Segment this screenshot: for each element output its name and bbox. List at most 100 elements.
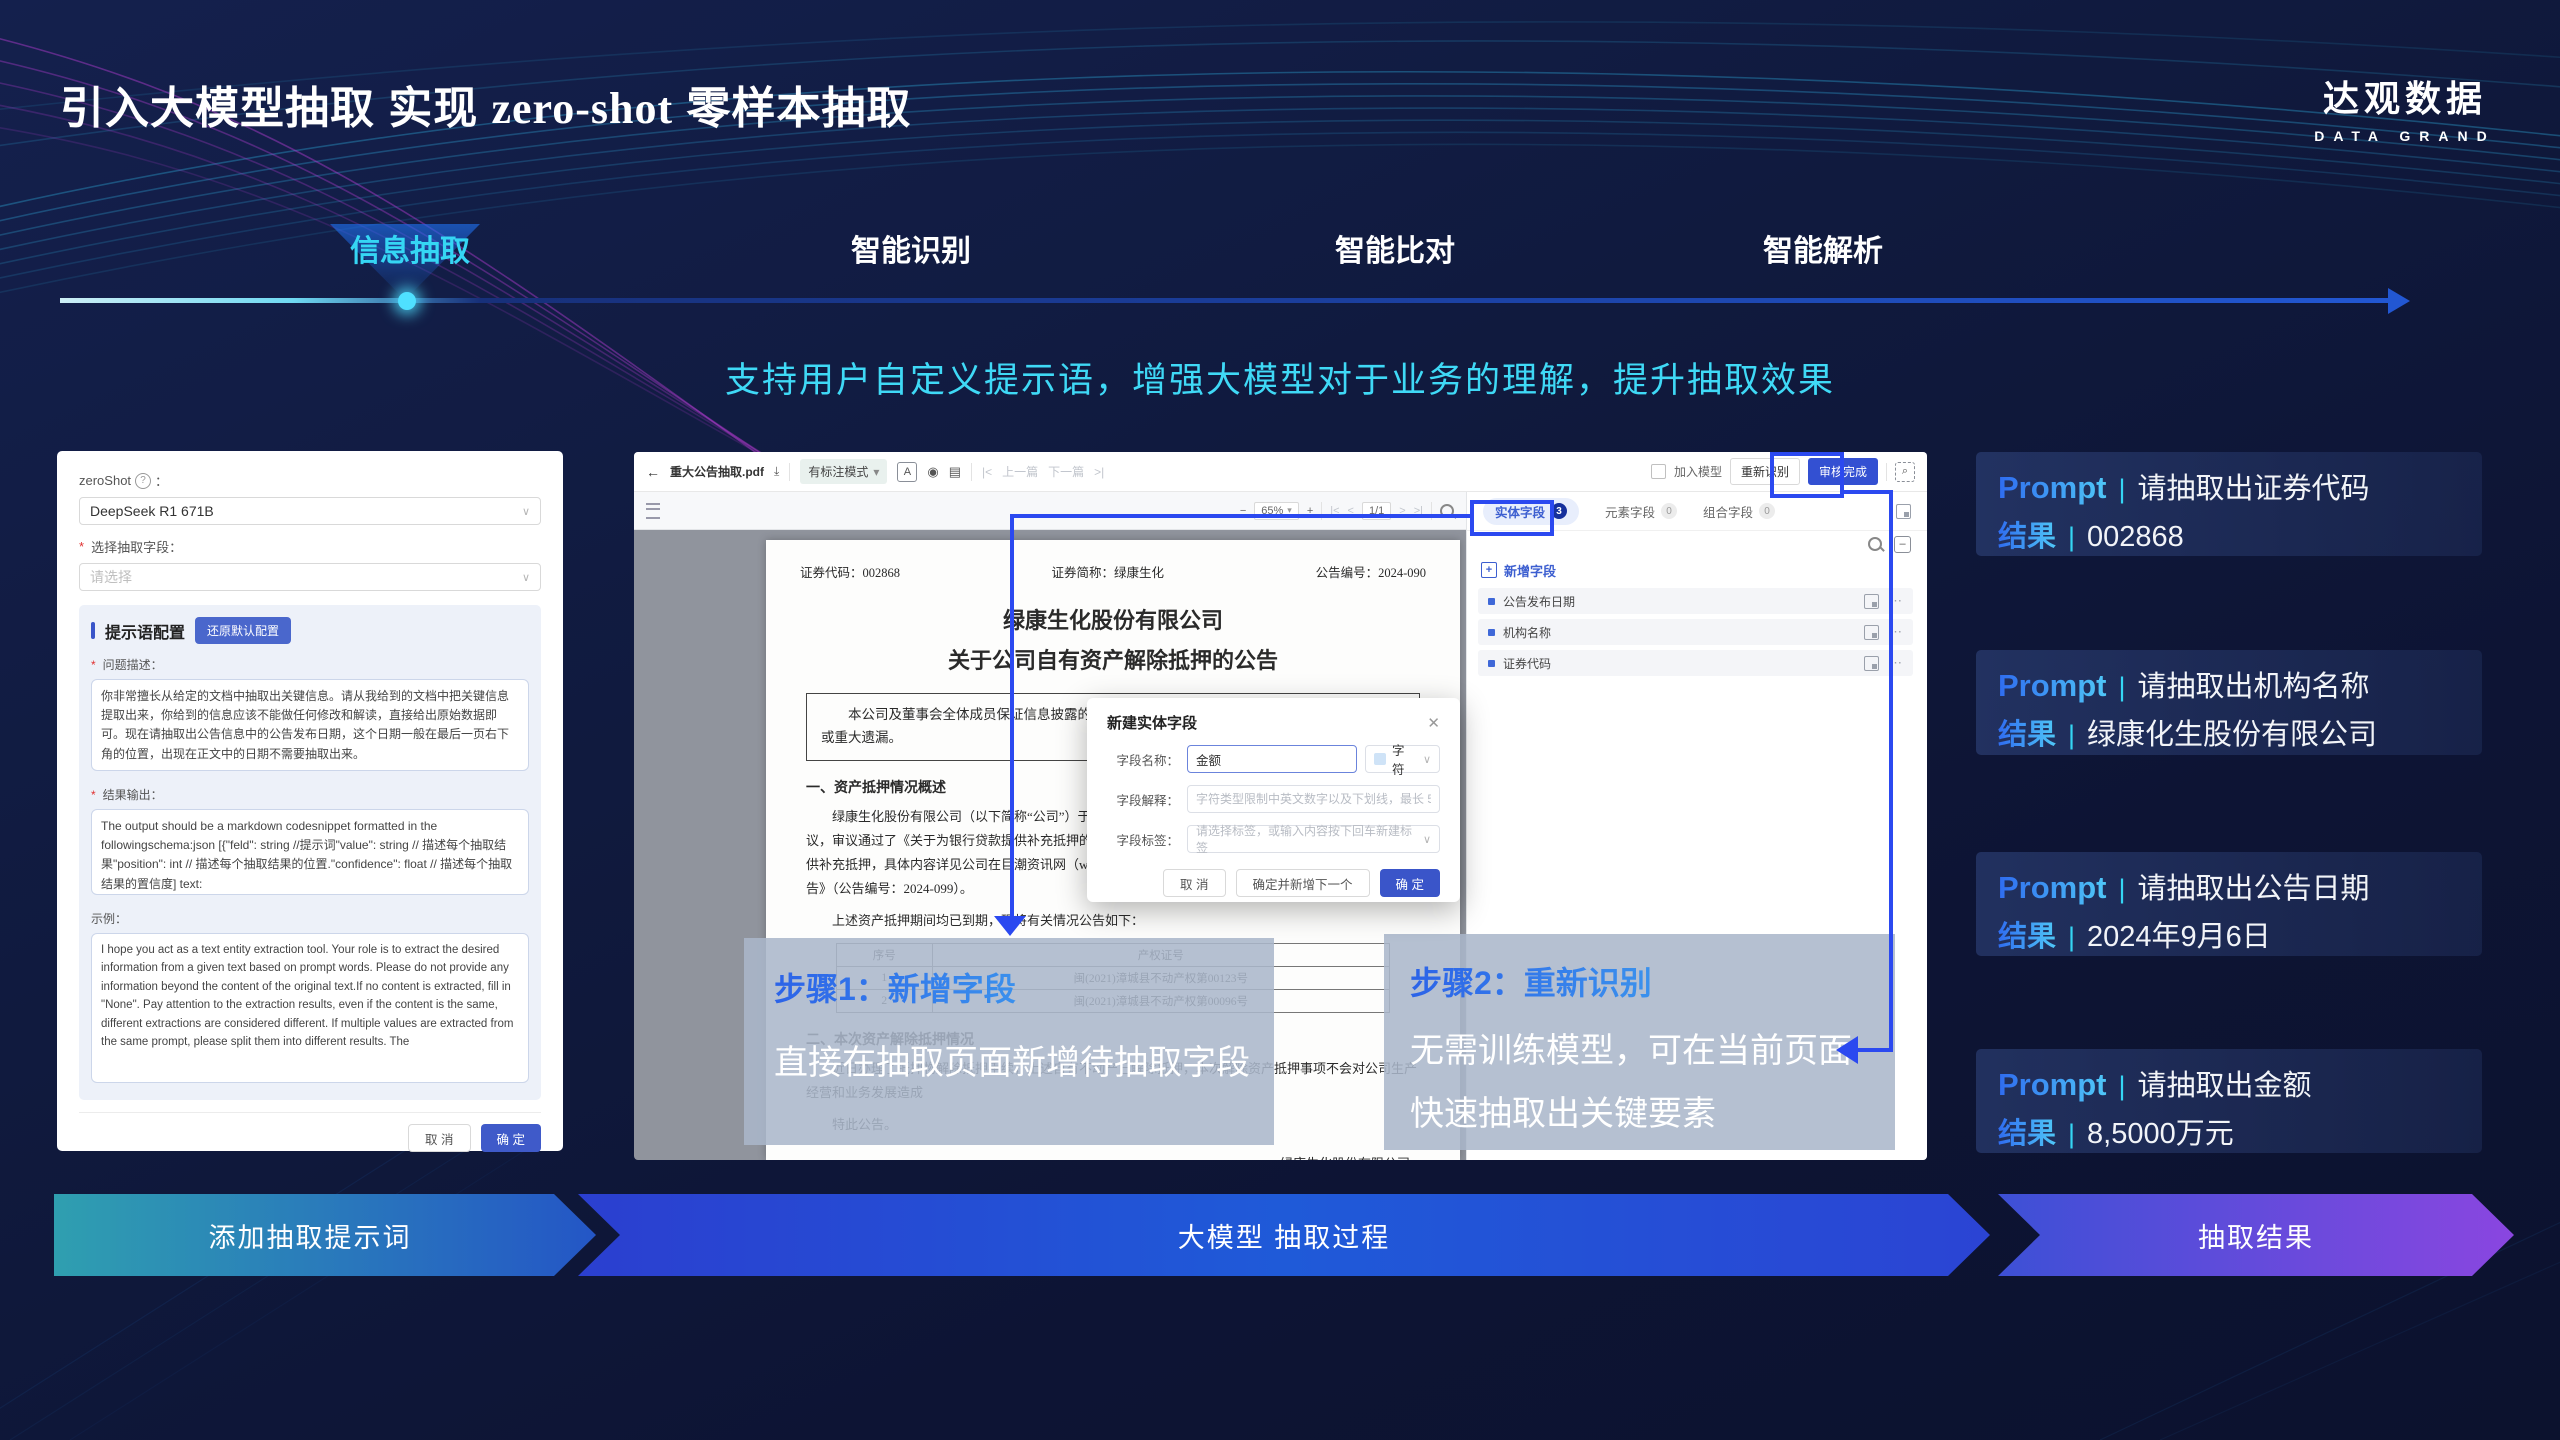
field-name-input[interactable]	[1187, 745, 1357, 773]
extract-field-select[interactable]: 请选择 ∨	[79, 563, 541, 591]
join-model-checkbox[interactable]	[1651, 464, 1666, 479]
thumbnail-panel-icon[interactable]	[646, 503, 660, 519]
back-icon[interactable]: ←	[646, 464, 660, 480]
field-item-org-name[interactable]: 机构名称 ⋯	[1478, 619, 1913, 645]
combo-fields-count-badge: 0	[1759, 503, 1775, 519]
field-type-value: 字符	[1392, 740, 1417, 778]
zeroshot-label-colon: ：	[155, 471, 168, 490]
field-item-announce-date[interactable]: 公告发布日期 ⋯	[1478, 588, 1913, 614]
result-text: 002868	[2087, 521, 2184, 554]
divider: |	[2119, 672, 2126, 703]
eye-icon[interactable]: ◉	[927, 464, 938, 480]
example-label-text: 示例：	[91, 910, 127, 927]
example-label: 示例：	[91, 910, 529, 927]
tab-combo-fields[interactable]: 组合字段 0	[1703, 502, 1775, 521]
search-icon[interactable]	[1868, 537, 1882, 551]
document-title-1: 绿康生化股份有限公司	[766, 603, 1460, 635]
tab-combo-fields-label: 组合字段	[1703, 502, 1753, 521]
field-item-security-code[interactable]: 证券代码 ⋯	[1478, 650, 1913, 676]
required-asterisk: *	[91, 658, 96, 672]
element-fields-count-badge: 0	[1661, 503, 1677, 519]
annotation-line-vertical-2	[1889, 490, 1893, 1052]
annotation-mode-select[interactable]: 有标注模式 ▾	[800, 459, 887, 484]
question-textarea[interactable]: 你非常擅长从给定的文档中抽取出关键信息。请从我给到的文档中把关键信息提取出来，你…	[91, 679, 529, 771]
field-desc-input[interactable]	[1187, 785, 1440, 813]
text-annotation-icon[interactable]: A	[897, 462, 917, 482]
next-doc-button[interactable]: 下一篇	[1048, 463, 1084, 480]
tab-smart-parsing[interactable]: 智能解析	[1763, 226, 1883, 270]
prev-doc-button[interactable]: 上一篇	[1002, 463, 1038, 480]
last-doc-icon[interactable]: >|	[1094, 465, 1104, 479]
export-icon[interactable]	[1896, 504, 1911, 519]
field-tag-select[interactable]: 请选择标签，或输入内容按下回车新建标签 ∨	[1187, 825, 1440, 853]
tab-info-extraction[interactable]: 信息抽取	[350, 226, 470, 270]
annotation-line-vertical-1	[1010, 514, 1014, 918]
result-label: 结果	[1998, 1110, 2056, 1152]
panel-footer: 取 消 确 定	[79, 1112, 541, 1152]
section-accent-bar	[91, 622, 95, 639]
field-name-label: 字段名称：	[1107, 750, 1179, 769]
tab-element-fields[interactable]: 元素字段 0	[1605, 502, 1677, 521]
question-label: * 问题描述：	[91, 656, 529, 673]
file-name: 重大公告抽取.pdf	[670, 463, 764, 480]
extract-field-label-text: 选择抽取字段：	[91, 537, 182, 556]
zeroshot-config-panel: zeroShot ? ： DeepSeek R1 671B ∨ * 选择抽取字段…	[57, 451, 563, 1151]
join-model-label: 加入模型	[1674, 463, 1722, 480]
tab-smart-recognition[interactable]: 智能识别	[851, 226, 971, 270]
field-bullet-icon	[1488, 660, 1495, 667]
output-label: * 结果输出：	[91, 786, 529, 803]
type-color-icon	[1374, 753, 1386, 765]
field-item-label: 公告发布日期	[1503, 593, 1575, 610]
download-icon[interactable]: ⤓	[774, 464, 779, 479]
zeroshot-label-text: zeroShot	[79, 473, 131, 488]
slide-subtitle: 支持用户自定义提示语，增强大模型对于业务的理解，提升抽取效果	[0, 352, 2560, 403]
modal-confirm-next-button[interactable]: 确定并新增下一个	[1236, 869, 1370, 897]
locate-icon[interactable]	[1864, 656, 1879, 671]
brand-logo-en: DATA GRAND	[2270, 128, 2540, 144]
annotation-arrow-down-icon	[994, 916, 1026, 936]
tab-smart-comparison[interactable]: 智能比对	[1335, 226, 1455, 270]
close-icon[interactable]: ✕	[1427, 714, 1440, 732]
extract-field-label: * 选择抽取字段：	[79, 537, 541, 556]
add-field-button[interactable]: + 新增字段	[1467, 557, 1927, 583]
modal-confirm-button[interactable]: 确 定	[1380, 869, 1440, 897]
question-label-text: 问题描述：	[103, 656, 163, 673]
banner-add-prompt: 添加抽取提示词	[54, 1194, 596, 1276]
fullscreen-icon[interactable]: ⌕	[1895, 462, 1915, 482]
result-label: 结果	[1998, 711, 2056, 753]
locate-icon[interactable]	[1864, 594, 1879, 609]
divider	[971, 463, 972, 481]
timeline-dot	[398, 292, 416, 310]
field-type-select[interactable]: 字符 ∨	[1365, 745, 1440, 773]
confirm-button[interactable]: 确 定	[481, 1124, 541, 1152]
chevron-down-icon: ∨	[1423, 753, 1431, 766]
result-text: 绿康化生股份有限公司	[2087, 711, 2377, 753]
model-select[interactable]: DeepSeek R1 671B ∨	[79, 497, 541, 525]
cancel-button[interactable]: 取 消	[408, 1124, 470, 1152]
extract-field-placeholder: 请选择	[90, 567, 132, 587]
prompt-label: Prompt	[1998, 1067, 2107, 1103]
prompt-text: 请抽取出金额	[2138, 1062, 2312, 1104]
document-paragraph-1b: 上述资产抵押期间均已到期，现将有关情况公告如下：	[806, 909, 1420, 933]
locate-icon[interactable]	[1864, 625, 1879, 640]
collapse-icon[interactable]: –	[1894, 536, 1911, 553]
result-label: 结果	[1998, 913, 2056, 955]
document-icon[interactable]: ▤	[949, 464, 961, 480]
prompt-label: Prompt	[1998, 470, 2107, 506]
first-doc-icon[interactable]: |<	[982, 465, 992, 479]
background-corner-decoration	[0, 1140, 2560, 1440]
field-desc-label: 字段解释：	[1107, 790, 1179, 809]
timeline-arrowhead-icon	[2388, 288, 2410, 314]
security-name: 证券简称：绿康生化	[1052, 562, 1165, 581]
example-textarea[interactable]: I hope you act as a text entity extracti…	[91, 933, 529, 1083]
brand-logo: 达观数据 DATA GRAND	[2270, 70, 2540, 144]
modal-cancel-button[interactable]: 取 消	[1163, 869, 1225, 897]
help-icon[interactable]: ?	[135, 473, 151, 489]
prompt-label: Prompt	[1998, 668, 2107, 704]
page-title-zh1: 引入大模型抽取 实现	[60, 84, 491, 133]
prompt-text: 请抽取出证券代码	[2138, 465, 2370, 507]
zeroshot-label: zeroShot ? ：	[79, 471, 541, 490]
restore-default-button[interactable]: 还原默认配置	[195, 617, 291, 644]
output-textarea[interactable]: The output should be a markdown codesnip…	[91, 809, 529, 895]
result-card-announce-date: Prompt | 请抽取出公告日期 结果 | 2024年9月6日	[1976, 852, 2482, 956]
